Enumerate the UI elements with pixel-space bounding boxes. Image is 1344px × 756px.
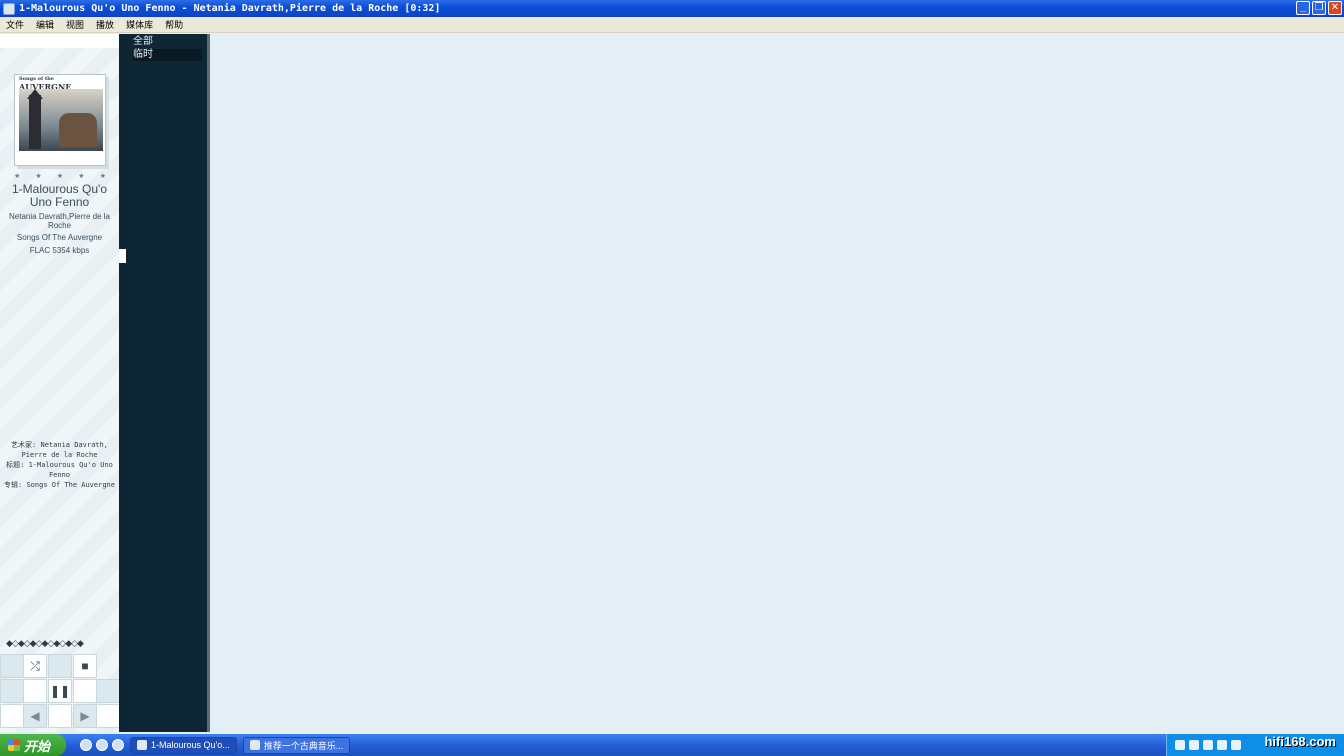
control-blank: [96, 704, 120, 728]
playlist-panel: 全部 临时: [128, 34, 207, 732]
menu-view[interactable]: 视图: [60, 18, 90, 31]
info-artist-cont: Pierre de la Roche: [21, 451, 98, 459]
control-blank: [96, 679, 120, 703]
start-label: 开始: [24, 738, 51, 754]
browser-app-icon: [249, 740, 260, 750]
menu-edit[interactable]: 编辑: [30, 18, 60, 31]
task-label: 推荐一个古典音乐...: [263, 740, 344, 751]
track-artist: Netania Davrath,Pierre de la Roche: [9, 212, 110, 230]
shuffle-button[interactable]: ⤮: [23, 654, 47, 678]
star-icon[interactable]: ★: [14, 172, 20, 180]
info-artist: 艺术家: Netania Davrath,: [11, 441, 108, 449]
seek-wave-icon[interactable]: ◆◇◆◇◆◇◆◇◆◇◆◇◆: [6, 638, 84, 649]
app-icon: [3, 2, 15, 15]
star-icon[interactable]: ★: [100, 172, 106, 180]
desktop-icon[interactable]: [80, 739, 92, 751]
quick-launch: [80, 739, 124, 751]
menu-file[interactable]: 文件: [0, 18, 30, 31]
menu-library[interactable]: 媒体库: [120, 18, 159, 31]
network-icon[interactable]: [1175, 740, 1185, 750]
star-icon[interactable]: ★: [78, 172, 84, 180]
control-blank: [23, 679, 47, 703]
security-icon[interactable]: [1217, 740, 1227, 750]
now-playing-panel: Songs of the AUVERGNE ★ ★ ★ ★ ★ 1-Malour…: [0, 34, 120, 732]
stop-button[interactable]: ■: [73, 654, 97, 678]
control-blank: [48, 704, 72, 728]
cover-artwork: [19, 89, 103, 151]
track-album: Songs Of The Auvergne: [16, 233, 103, 242]
control-blank: [73, 679, 97, 703]
system-tray: hifi168.com: [1166, 734, 1344, 756]
watermark-text: hifi168.com: [1264, 734, 1336, 749]
control-blank: [0, 704, 24, 728]
track-format: FLAC 5354 kbps: [29, 246, 90, 255]
control-blank: [48, 654, 72, 678]
menu-play[interactable]: 播放: [90, 18, 120, 31]
task-button-browser[interactable]: 推荐一个古典音乐...: [242, 736, 351, 754]
main-content-area[interactable]: [210, 34, 1344, 732]
task-button-player[interactable]: 1-Malourous Qu'o...: [130, 736, 237, 754]
menu-help[interactable]: 帮助: [159, 18, 189, 31]
panel-header-strip: [0, 34, 119, 48]
browser-icon[interactable]: [96, 739, 108, 751]
minimize-button[interactable]: _: [1296, 1, 1310, 15]
track-title: 1-Malourous Qu'o Uno Fenno: [11, 182, 107, 209]
help-icon[interactable]: [1189, 740, 1199, 750]
info-title-cont: Fenno: [48, 471, 71, 479]
window-title: 1-Malourous Qu'o Uno Fenno - Netania Dav…: [19, 3, 441, 14]
player-app-icon: [137, 740, 147, 750]
info-album: 专辑: Songs Of The Auvergne: [4, 481, 115, 489]
track-info-block: 艺术家: Netania Davrath, Pierre de la Roche…: [0, 440, 119, 490]
panel-splitter[interactable]: [119, 34, 128, 732]
info-title: 标题: 1-Malourous Qu'o Uno: [6, 461, 113, 469]
rating-stars[interactable]: ★ ★ ★ ★ ★: [14, 172, 106, 180]
pause-button[interactable]: ❚❚: [48, 679, 72, 703]
previous-button[interactable]: ◀: [23, 704, 47, 728]
start-button[interactable]: 开始: [0, 734, 66, 756]
splitter-handle[interactable]: [119, 249, 126, 263]
ime-icon[interactable]: [1231, 740, 1241, 750]
taskbar: 开始 1-Malourous Qu'o... 推荐一个古典音乐... hifi1…: [0, 734, 1344, 756]
volume-icon[interactable]: [1203, 740, 1213, 750]
menu-bar: 文件 编辑 视图 播放 媒体库 帮助: [0, 17, 1344, 33]
player-icon[interactable]: [112, 739, 124, 751]
title-bar: 1-Malourous Qu'o Uno Fenno - Netania Dav…: [0, 0, 1344, 17]
window-controls: _ ❐ ✕: [1296, 1, 1342, 15]
star-icon[interactable]: ★: [57, 172, 63, 180]
task-label: 1-Malourous Qu'o...: [151, 740, 230, 750]
playlist-item-temp[interactable]: 临时: [132, 49, 202, 61]
control-blank: [0, 679, 24, 703]
album-cover[interactable]: Songs of the AUVERGNE: [14, 74, 106, 166]
cover-footer: [19, 155, 103, 163]
maximize-button[interactable]: ❐: [1312, 1, 1326, 15]
windows-logo-icon: [8, 739, 20, 751]
control-blank: [0, 654, 24, 678]
next-button[interactable]: ▶: [73, 704, 97, 728]
playlist-item-all[interactable]: 全部: [132, 36, 202, 48]
close-button[interactable]: ✕: [1328, 1, 1342, 15]
star-icon[interactable]: ★: [35, 172, 41, 180]
